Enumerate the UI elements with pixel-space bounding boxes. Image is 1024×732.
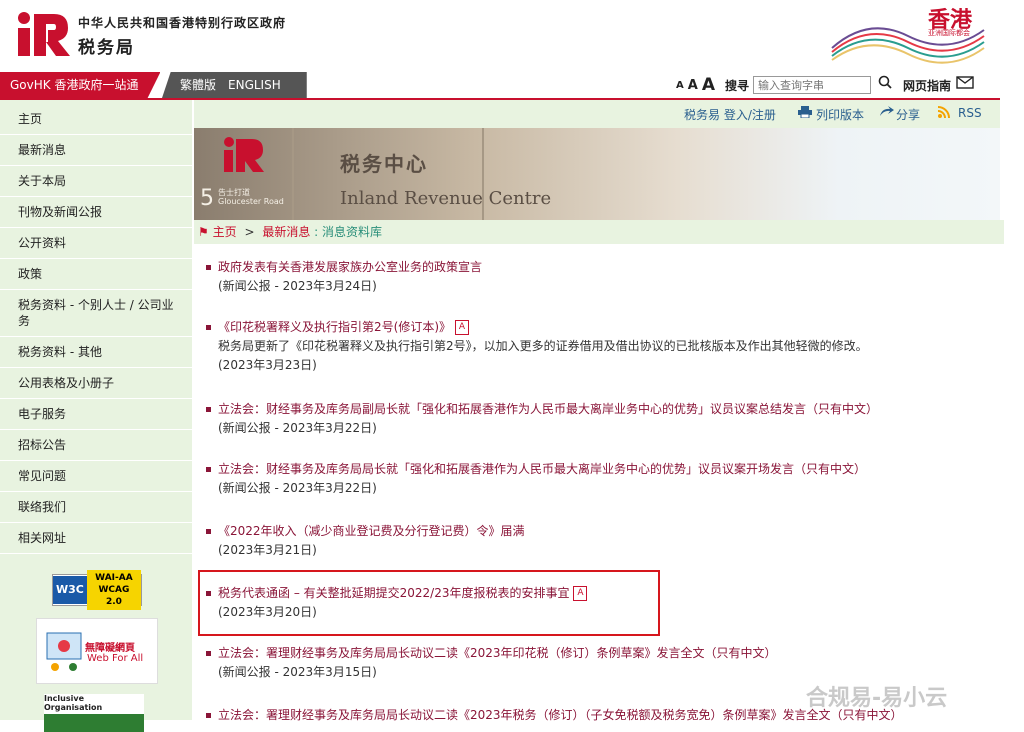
- rss-icon[interactable]: [937, 106, 950, 121]
- sidebar-item-eservices[interactable]: 电子服务: [0, 399, 192, 430]
- sidebar-item-related-links[interactable]: 相关网址: [0, 523, 192, 554]
- list-item: 立法会：署理财经事务及库务局局长动议二读《2023年印花税（修订）条例草案》发言…: [206, 644, 777, 682]
- banner-title-en: Inland Revenue Centre: [340, 188, 552, 209]
- site-guide-link[interactable]: 网页指南: [903, 77, 951, 94]
- banner-title-cn: 税务中心: [340, 152, 428, 176]
- font-size-large-button[interactable]: A: [702, 75, 715, 95]
- wcag-label: WAI-AA WCAG 2.0: [86, 570, 141, 610]
- sidebar-item-latest-news[interactable]: 最新消息: [0, 135, 192, 166]
- news-date: (2023年3月23日): [218, 358, 317, 372]
- breadcrumb: ⚑ 主页 > 最新消息 : 消息资料库: [194, 220, 1004, 244]
- bullet: [206, 325, 211, 330]
- news-title-link[interactable]: 《2022年收入（减少商业登记费及分行登记费）令》届满: [218, 522, 525, 541]
- news-title-link[interactable]: 立法会：署理财经事务及库务局局长动议二读《2023年税务（修订）（子女免税额及税…: [218, 706, 903, 725]
- bullet: [206, 467, 211, 472]
- top-tools: A A A 搜寻 网页指南: [676, 74, 975, 96]
- bullet: [206, 265, 211, 270]
- search-label: 搜寻: [724, 78, 749, 93]
- sidebar-item-policy[interactable]: 政策: [0, 259, 192, 290]
- sidebar-item-open-info[interactable]: 公开资料: [0, 228, 192, 259]
- list-item: 政府发表有关香港发展家族办公室业务的政策宣言 (新闻公报 - 2023年3月24…: [206, 258, 482, 296]
- share-icon[interactable]: [878, 106, 894, 121]
- news-date: (新闻公报 - 2023年3月22日): [218, 421, 377, 435]
- sidebar-item-home[interactable]: 主页: [0, 104, 192, 135]
- news-date: (新闻公报 - 2023年3月15日): [218, 665, 377, 679]
- rss-link[interactable]: RSS: [958, 106, 982, 120]
- w3c-logo: W3C: [53, 576, 87, 604]
- print-version-link[interactable]: 列印版本: [816, 106, 864, 123]
- news-title-link[interactable]: 立法会：署理财经事务及库务局局长动议二读《2023年印花税（修订）条例草案》发言…: [218, 644, 777, 663]
- brand-subtitle: 亚洲国际都会: [928, 29, 970, 37]
- breadcrumb-news[interactable]: 最新消息: [262, 225, 310, 239]
- bullet: [206, 713, 211, 718]
- list-item: 《2022年收入（减少商业登记费及分行登记费）令》届满 (2023年3月21日): [206, 522, 525, 560]
- web-for-all-badge[interactable]: 無障礙網頁 Web For All: [36, 618, 158, 684]
- list-item: 立法会：财经事务及库务局副局长就「强化和拓展香港作为人民币最大离岸业务中心的优势…: [206, 400, 878, 438]
- font-size-small-button[interactable]: A: [676, 80, 684, 91]
- breadcrumb-colon: :: [314, 225, 319, 239]
- news-title-link[interactable]: 立法会：财经事务及库务局局长就「强化和拓展香港作为人民币最大离岸业务中心的优势」…: [218, 460, 866, 479]
- web-for-all-icon: [46, 632, 82, 671]
- news-title-link[interactable]: 立法会：财经事务及库务局副局长就「强化和拓展香港作为人民币最大离岸业务中心的优势…: [218, 400, 878, 419]
- lang-traditional-link[interactable]: 繁體版: [180, 78, 216, 92]
- govhk-link[interactable]: GovHK 香港政府一站通: [0, 72, 161, 98]
- sidebar-item-contact[interactable]: 联络我们: [0, 492, 192, 523]
- sidebar-item-publications[interactable]: 刊物及新闻公报: [0, 197, 192, 228]
- sidebar-item-tenders[interactable]: 招标公告: [0, 430, 192, 461]
- search-icon[interactable]: [875, 75, 895, 95]
- bullet: [206, 651, 211, 656]
- bullet: [206, 407, 211, 412]
- banner-divider: [292, 128, 294, 220]
- w3c-wcag-badge[interactable]: W3C WAI-AA WCAG 2.0: [52, 570, 142, 610]
- list-item: 立法会：财经事务及库务局局长就「强化和拓展香港作为人民币最大离岸业务中心的优势」…: [206, 460, 866, 498]
- news-date: (新闻公报 - 2023年3月24日): [218, 279, 377, 293]
- mail-icon[interactable]: [955, 75, 975, 95]
- dept-name: 税务局: [78, 38, 135, 58]
- list-item: 立法会：署理财经事务及库务局局长动议二读《2023年税务（修订）（子女免税额及税…: [206, 706, 903, 725]
- news-title-link[interactable]: 政府发表有关香港发展家族办公室业务的政策宣言: [218, 258, 482, 277]
- news-title-link[interactable]: 《印花税署释义及执行指引第2号(修订本)》 A: [218, 318, 868, 337]
- inclusive-org-label: Inclusive Organisation: [44, 694, 103, 712]
- ird-logo[interactable]: [18, 10, 70, 56]
- pdf-icon[interactable]: A: [455, 320, 469, 335]
- site-header: 中华人民共和国香港特别行政区政府 税务局 香港 亚洲国际都会: [0, 0, 1000, 72]
- banner-ird-logo: [224, 137, 264, 172]
- sidebar-item-tax-individuals[interactable]: 税务资料 - 个别人士 / 公司业务: [0, 290, 192, 337]
- sidebar-item-faq[interactable]: 常见问题: [0, 461, 192, 492]
- sidebar-item-tax-other[interactable]: 税务资料 - 其他: [0, 337, 192, 368]
- home-icon[interactable]: ⚑: [198, 225, 209, 239]
- news-date: (新闻公报 - 2023年3月22日): [218, 481, 377, 495]
- news-date: (2023年3月21日): [218, 543, 317, 557]
- banner-road-name: 告士打道 Gloucester Road: [218, 188, 284, 206]
- bullet: [206, 529, 211, 534]
- list-item: 《印花税署释义及执行指引第2号(修订本)》 A 税务局更新了《印花税署释义及执行指…: [206, 318, 868, 375]
- breadcrumb-home[interactable]: 主页: [213, 225, 237, 239]
- top-bar: GovHK 香港政府一站通 繁體版 ENGLISH A A A 搜寻 网页指南: [0, 72, 1000, 100]
- sidebar-item-about[interactable]: 关于本局: [0, 166, 192, 197]
- sidebar-item-forms[interactable]: 公用表格及小册子: [0, 368, 192, 399]
- print-icon[interactable]: [798, 106, 812, 121]
- wfa-subtitle: Web For All: [87, 653, 144, 664]
- language-switch: 繁體版 ENGLISH: [162, 72, 307, 98]
- etax-login-link[interactable]: 税务易 登入/注册: [684, 106, 776, 123]
- search-input[interactable]: [753, 76, 871, 94]
- breadcrumb-current: 消息资料库: [322, 225, 383, 239]
- watermark-text: 合规易-易小云: [806, 686, 948, 711]
- banner-image: 税务中心 Inland Revenue Centre 5 告士打道 Glouces…: [194, 128, 1000, 220]
- gov-name: 中华人民共和国香港特别行政区政府: [78, 16, 287, 30]
- font-size-medium-button[interactable]: A: [688, 78, 698, 93]
- highlight-box: [198, 570, 660, 636]
- lang-english-link[interactable]: ENGLISH: [228, 78, 281, 92]
- breadcrumb-separator: >: [244, 225, 255, 239]
- wfa-title: 無障礙網頁: [85, 643, 135, 654]
- news-description: 税务局更新了《印花税署释义及执行指引第2号》，以加入更多的证券借用及借出协议的已…: [218, 339, 868, 353]
- share-link[interactable]: 分享: [896, 106, 920, 123]
- inclusive-org-logo: [44, 714, 144, 732]
- banner-address-number: 5: [200, 186, 214, 211]
- sub-toolbar: 税务易 登入/注册 列印版本 分享 RSS: [194, 100, 1000, 128]
